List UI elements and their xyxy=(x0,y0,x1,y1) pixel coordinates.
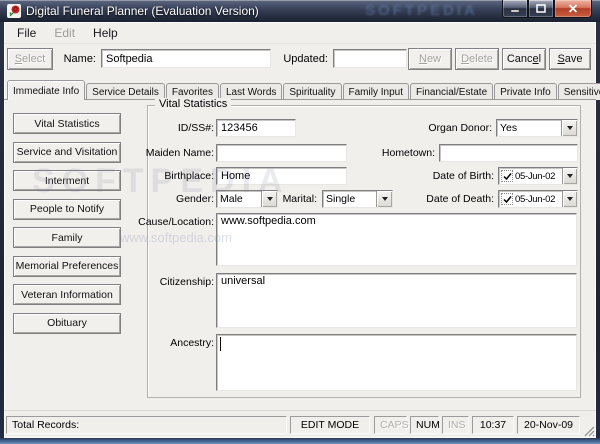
sidebar-item-service-and-visitation[interactable]: Service and Visitation xyxy=(13,141,121,163)
ancestry-label: Ancestry: xyxy=(170,337,214,349)
status-ins: INS xyxy=(442,416,469,434)
select-button[interactable]: Select xyxy=(7,48,53,70)
sidebar-item-obituary[interactable]: Obituary xyxy=(13,312,121,334)
maximize-icon xyxy=(536,4,546,13)
tab-financial-estate[interactable]: Financial/Estate xyxy=(409,83,494,100)
menu-item-edit[interactable]: Edit xyxy=(45,23,84,43)
app-window: Digital Funeral Planner (Evaluation Vers… xyxy=(0,0,600,444)
hometown-input[interactable] xyxy=(439,144,578,162)
status-num: NUM xyxy=(410,416,440,434)
date-of-death-value: 05-Jun-02 xyxy=(515,194,556,205)
menu-item-help[interactable]: Help xyxy=(84,23,127,43)
birthplace-input[interactable] xyxy=(216,167,347,185)
status-date: 20-Nov-09 xyxy=(517,416,580,434)
chevron-down-icon xyxy=(566,126,573,130)
chevron-down-icon xyxy=(567,174,573,178)
sidebar-item-vital-statistics[interactable]: Vital Statistics xyxy=(13,113,121,134)
cause-location-label: Cause/Location: xyxy=(138,216,214,228)
sidebar-item-interment[interactable]: Interment xyxy=(13,170,121,191)
date-of-death-label: Date of Death: xyxy=(426,193,494,205)
minimize-icon xyxy=(510,9,520,13)
sidebar-item-people-to-notify[interactable]: People to Notify xyxy=(13,198,121,220)
date-of-death-picker[interactable]: 05-Jun-02 xyxy=(498,190,578,208)
tab-page-immediate-info: SOFTPEDIA www.softpedia.com Vital Statis… xyxy=(4,98,596,410)
date-of-birth-value: 05-Jun-02 xyxy=(515,171,556,182)
date-of-birth-checkbox[interactable] xyxy=(501,170,513,182)
sidebar-item-veteran-information[interactable]: Veteran Information xyxy=(13,284,121,305)
date-of-birth-dropdown-button[interactable] xyxy=(562,168,577,184)
status-edit-mode: EDIT MODE xyxy=(290,416,370,434)
cancel-button[interactable]: Cancel xyxy=(502,48,546,70)
client-area: File Edit Help Select Name: Updated: New… xyxy=(4,22,600,438)
id-ss-input[interactable] xyxy=(216,119,296,137)
birthplace-label: Birthplace: xyxy=(164,170,214,182)
tab-sensitive[interactable]: Sensitive xyxy=(557,83,600,100)
tab-immediate-info[interactable]: Immediate Info xyxy=(7,80,86,100)
tab-private-info[interactable]: Private Info xyxy=(494,83,557,100)
date-of-birth-label: Date of Birth: xyxy=(432,170,494,182)
organ-donor-select[interactable]: Yes xyxy=(496,119,578,137)
tab-family-input[interactable]: Family Input xyxy=(342,83,409,100)
marital-value: Single xyxy=(326,193,356,205)
name-label: Name: xyxy=(63,53,96,65)
menubar: File Edit Help xyxy=(4,22,596,44)
gender-label: Gender: xyxy=(176,193,214,205)
id-ss-label: ID/SS#: xyxy=(177,122,214,134)
citizenship-textarea[interactable]: universal xyxy=(216,273,577,328)
new-button[interactable]: New xyxy=(408,48,452,70)
chevron-down-icon xyxy=(567,197,573,201)
cause-location-textarea[interactable]: www.softpedia.com xyxy=(216,213,577,266)
gender-value: Male xyxy=(220,193,243,205)
citizenship-label: Citizenship: xyxy=(159,276,214,288)
minimize-button[interactable] xyxy=(502,0,528,18)
toolbar: Select Name: Updated: New Delete Cancel … xyxy=(4,44,596,78)
tab-spirituality[interactable]: Spirituality xyxy=(283,83,342,100)
window-frame-bottom xyxy=(0,437,600,444)
titlebar[interactable]: Digital Funeral Planner (Evaluation Vers… xyxy=(0,0,600,22)
organ-donor-label: Organ Donor: xyxy=(428,122,492,134)
window-title: Digital Funeral Planner (Evaluation Vers… xyxy=(26,4,259,18)
date-of-death-checkbox[interactable] xyxy=(501,193,513,205)
groupbox-title: Vital Statistics xyxy=(155,98,232,110)
date-of-death-dropdown-button[interactable] xyxy=(562,191,577,207)
resize-grip[interactable] xyxy=(583,425,595,437)
status-time: 10:37 xyxy=(472,416,514,434)
window-controls xyxy=(502,0,592,18)
name-input[interactable] xyxy=(101,49,271,68)
updated-input[interactable] xyxy=(333,49,407,68)
check-icon xyxy=(502,195,512,203)
delete-button[interactable]: Delete xyxy=(455,48,499,70)
statusbar: Total Records: EDIT MODE CAPS NUM INS 10… xyxy=(4,410,596,438)
sidebar-item-family[interactable]: Family xyxy=(13,227,121,248)
menu-item-file[interactable]: File xyxy=(8,23,45,43)
check-icon xyxy=(502,172,512,180)
tab-service-details[interactable]: Service Details xyxy=(86,83,165,100)
sidebar-item-memorial-preferences[interactable]: Memorial Preferences xyxy=(13,255,121,277)
ancestry-textarea[interactable] xyxy=(216,334,577,391)
marital-label: Marital: xyxy=(282,193,317,205)
organ-donor-dropdown-button[interactable] xyxy=(561,120,577,136)
text-cursor xyxy=(220,337,221,351)
status-total-records: Total Records: xyxy=(6,416,287,434)
date-of-birth-picker[interactable]: 05-Jun-02 xyxy=(498,167,578,185)
maximize-button[interactable] xyxy=(528,0,554,18)
updated-label: Updated: xyxy=(283,53,328,65)
groupbox-vital-statistics: Vital Statistics ID/SS#: Organ Donor: Ye… xyxy=(138,98,581,398)
status-caps: CAPS xyxy=(374,416,409,434)
tab-strip: Immediate Info Service Details Favorites… xyxy=(4,78,600,100)
app-icon-rose xyxy=(7,4,21,18)
close-icon xyxy=(568,4,578,13)
close-button[interactable] xyxy=(554,0,592,18)
sidebar: Vital Statistics Service and Visitation … xyxy=(13,113,121,334)
save-button[interactable]: Save xyxy=(549,48,591,70)
maiden-name-label: Maiden Name: xyxy=(145,147,214,159)
organ-donor-value: Yes xyxy=(500,122,518,134)
hometown-label: Hometown: xyxy=(381,147,435,159)
